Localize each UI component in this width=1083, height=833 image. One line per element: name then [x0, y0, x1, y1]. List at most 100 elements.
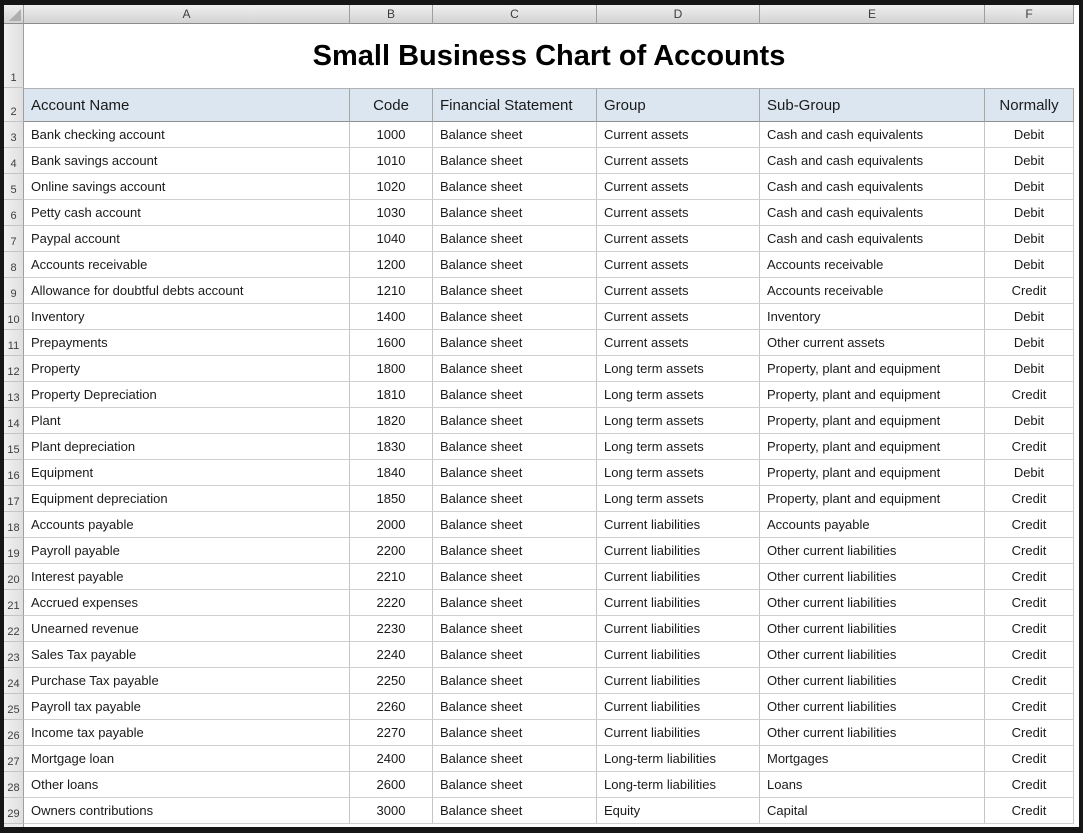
- cell-sub-group[interactable]: Other current liabilities: [760, 668, 985, 694]
- cell-financial-statement[interactable]: Balance sheet: [433, 798, 597, 824]
- cell-financial-statement[interactable]: Balance sheet: [433, 408, 597, 434]
- cell-sub-group[interactable]: Cash and cash equivalents: [760, 226, 985, 252]
- row-header[interactable]: 8: [4, 252, 24, 278]
- cell-normally[interactable]: Credit: [985, 642, 1074, 668]
- row-header[interactable]: 29: [4, 798, 24, 824]
- cell-financial-statement[interactable]: Balance sheet: [433, 486, 597, 512]
- cell-code[interactable]: 2400: [350, 746, 433, 772]
- cell-code[interactable]: 1830: [350, 434, 433, 460]
- cell-group[interactable]: Current liabilities: [597, 590, 760, 616]
- cell-financial-statement[interactable]: Balance sheet: [433, 122, 597, 148]
- cell-financial-statement[interactable]: Balance sheet: [433, 538, 597, 564]
- cell-sub-group[interactable]: Accounts receivable: [760, 278, 985, 304]
- cell-code[interactable]: 2260: [350, 694, 433, 720]
- cell-normally[interactable]: Credit: [985, 772, 1074, 798]
- cell-sub-group[interactable]: Cash and cash equivalents: [760, 122, 985, 148]
- cell-code[interactable]: 3000: [350, 798, 433, 824]
- cell-normally[interactable]: Debit: [985, 122, 1074, 148]
- cell-account-name[interactable]: Purchase Tax payable: [24, 668, 350, 694]
- cell-sub-group[interactable]: Other current liabilities: [760, 642, 985, 668]
- cell-financial-statement[interactable]: Balance sheet: [433, 434, 597, 460]
- cell-code[interactable]: 2230: [350, 616, 433, 642]
- cell-account-name[interactable]: Unearned revenue: [24, 616, 350, 642]
- cell-group[interactable]: Long term assets: [597, 486, 760, 512]
- row-header[interactable]: 25: [4, 694, 24, 720]
- cell-financial-statement[interactable]: Balance sheet: [433, 200, 597, 226]
- cell-normally[interactable]: Credit: [985, 720, 1074, 746]
- cell-group[interactable]: Current assets: [597, 174, 760, 200]
- row-header[interactable]: 21: [4, 590, 24, 616]
- cell-normally[interactable]: Debit: [985, 148, 1074, 174]
- cell-normally[interactable]: Debit: [985, 200, 1074, 226]
- cell-sub-group[interactable]: Capital: [760, 798, 985, 824]
- column-header-f[interactable]: F: [985, 5, 1074, 24]
- cell-group[interactable]: Long term assets: [597, 356, 760, 382]
- cell-code[interactable]: 2270: [350, 720, 433, 746]
- cell-financial-statement[interactable]: Balance sheet: [433, 616, 597, 642]
- cell-group[interactable]: Long-term liabilities: [597, 746, 760, 772]
- row-header[interactable]: 20: [4, 564, 24, 590]
- header-code[interactable]: Code: [350, 88, 433, 122]
- cell-group[interactable]: Current assets: [597, 304, 760, 330]
- cell-code[interactable]: 1840: [350, 460, 433, 486]
- header-financial-statement[interactable]: Financial Statement: [433, 88, 597, 122]
- cell-normally[interactable]: Debit: [985, 252, 1074, 278]
- cell-normally[interactable]: Credit: [985, 564, 1074, 590]
- row-header[interactable]: 12: [4, 356, 24, 382]
- cell-sub-group[interactable]: Other current liabilities: [760, 616, 985, 642]
- cell-normally[interactable]: Credit: [985, 590, 1074, 616]
- cell-account-name[interactable]: Petty cash account: [24, 200, 350, 226]
- cell-code[interactable]: 2600: [350, 772, 433, 798]
- cell-account-name[interactable]: Mortgage loan: [24, 746, 350, 772]
- row-header[interactable]: 7: [4, 226, 24, 252]
- cell-code[interactable]: 1040: [350, 226, 433, 252]
- column-header-d[interactable]: D: [597, 5, 760, 24]
- column-header-e[interactable]: E: [760, 5, 985, 24]
- cell-sub-group[interactable]: Property, plant and equipment: [760, 434, 985, 460]
- cell-financial-statement[interactable]: Balance sheet: [433, 174, 597, 200]
- cell-code[interactable]: 2210: [350, 564, 433, 590]
- cell-normally[interactable]: Credit: [985, 434, 1074, 460]
- cell-code[interactable]: 2000: [350, 512, 433, 538]
- cell-financial-statement[interactable]: Balance sheet: [433, 668, 597, 694]
- select-all-corner[interactable]: [4, 5, 24, 24]
- row-header[interactable]: 23: [4, 642, 24, 668]
- cell-normally[interactable]: Debit: [985, 330, 1074, 356]
- cell-account-name[interactable]: Bank savings account: [24, 148, 350, 174]
- row-header[interactable]: 24: [4, 668, 24, 694]
- row-header[interactable]: 28: [4, 772, 24, 798]
- row-header[interactable]: 3: [4, 122, 24, 148]
- cell-normally[interactable]: Credit: [985, 746, 1074, 772]
- cell-normally[interactable]: Debit: [985, 408, 1074, 434]
- cell-account-name[interactable]: Property: [24, 356, 350, 382]
- cell-financial-statement[interactable]: Balance sheet: [433, 226, 597, 252]
- cell-sub-group[interactable]: Property, plant and equipment: [760, 486, 985, 512]
- cell-financial-statement[interactable]: Balance sheet: [433, 720, 597, 746]
- cell-sub-group[interactable]: Cash and cash equivalents: [760, 174, 985, 200]
- cell-normally[interactable]: Credit: [985, 278, 1074, 304]
- cell-normally[interactable]: Credit: [985, 538, 1074, 564]
- cell-code[interactable]: 1850: [350, 486, 433, 512]
- column-header-a[interactable]: A: [24, 5, 350, 24]
- cell-sub-group[interactable]: Cash and cash equivalents: [760, 200, 985, 226]
- row-header[interactable]: 26: [4, 720, 24, 746]
- cell-group[interactable]: Current liabilities: [597, 538, 760, 564]
- row-header[interactable]: 19: [4, 538, 24, 564]
- row-header[interactable]: 10: [4, 304, 24, 330]
- column-header-c[interactable]: C: [433, 5, 597, 24]
- cell-sub-group[interactable]: Other current liabilities: [760, 538, 985, 564]
- cell-normally[interactable]: Credit: [985, 694, 1074, 720]
- cell-sub-group[interactable]: Property, plant and equipment: [760, 382, 985, 408]
- cell-account-name[interactable]: Accrued expenses: [24, 590, 350, 616]
- cell-group[interactable]: Current liabilities: [597, 564, 760, 590]
- cell-sub-group[interactable]: Inventory: [760, 304, 985, 330]
- cell-sub-group[interactable]: Other current liabilities: [760, 694, 985, 720]
- row-header[interactable]: 18: [4, 512, 24, 538]
- cell-group[interactable]: Long term assets: [597, 382, 760, 408]
- cell-sub-group[interactable]: Property, plant and equipment: [760, 356, 985, 382]
- cell-normally[interactable]: Credit: [985, 486, 1074, 512]
- cell-code[interactable]: 2220: [350, 590, 433, 616]
- cell-normally[interactable]: Debit: [985, 174, 1074, 200]
- row-header[interactable]: 16: [4, 460, 24, 486]
- cell-code[interactable]: 1800: [350, 356, 433, 382]
